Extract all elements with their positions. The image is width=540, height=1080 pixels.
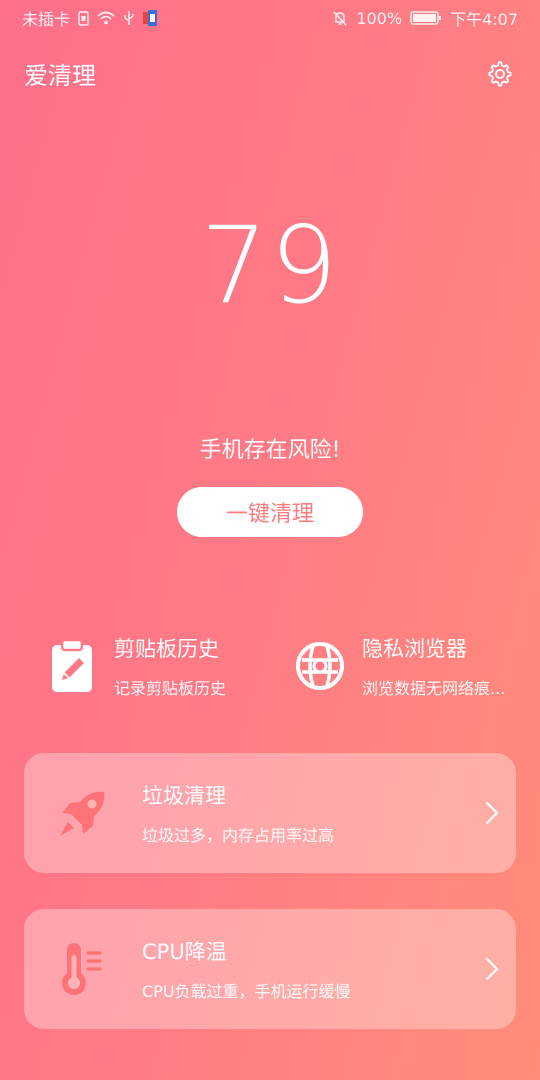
mute-bell-icon bbox=[332, 10, 348, 26]
usb-icon bbox=[123, 10, 135, 26]
gear-icon bbox=[488, 61, 512, 87]
private-browser-subtitle: 浏览数据无网络痕... bbox=[362, 679, 506, 698]
sim-icon bbox=[78, 10, 89, 26]
battery-percent: 100% bbox=[356, 8, 403, 28]
battery-icon bbox=[410, 10, 442, 26]
score-value: 79 bbox=[200, 204, 340, 327]
status-bar: 未插卡 100% 下午4:07 bbox=[0, 0, 540, 36]
clipboard-history-entry[interactable]: 剪贴板历史 记录剪贴板历史 bbox=[44, 630, 226, 702]
junk-clean-card[interactable]: 垃圾清理 垃圾过多，内存占用率过高 bbox=[24, 753, 516, 873]
cpu-cooling-title: CPU降温 bbox=[142, 940, 227, 964]
clipboard-edit-icon bbox=[44, 636, 100, 696]
app-header: 爱清理 bbox=[0, 52, 540, 94]
app-notification-icon bbox=[143, 10, 158, 26]
chevron-right-icon bbox=[468, 801, 516, 825]
rocket-icon bbox=[24, 786, 142, 840]
clock-text: 下午4:07 bbox=[450, 10, 518, 29]
junk-clean-subtitle: 垃圾过多，内存占用率过高 bbox=[142, 826, 335, 845]
thermometer-icon bbox=[24, 939, 142, 999]
wifi-icon bbox=[97, 11, 115, 25]
clipboard-history-subtitle: 记录剪贴板历史 bbox=[114, 679, 227, 698]
cpu-cooling-subtitle: CPU负载过重，手机运行缓慢 bbox=[142, 982, 351, 1001]
settings-button[interactable] bbox=[482, 56, 516, 90]
private-browser-title: 隐私浏览器 bbox=[362, 637, 467, 661]
junk-clean-title: 垃圾清理 bbox=[142, 784, 226, 808]
carrier-text: 未插卡 bbox=[22, 10, 71, 29]
one-key-clean-button[interactable]: 一键清理 bbox=[177, 487, 363, 537]
chevron-right-icon bbox=[468, 957, 516, 981]
risk-status-text: 手机存在风险! bbox=[199, 438, 341, 463]
app-title: 爱清理 bbox=[24, 61, 96, 90]
clipboard-history-title: 剪贴板历史 bbox=[114, 637, 219, 661]
cpu-cooling-card[interactable]: CPU降温 CPU负载过重，手机运行缓慢 bbox=[24, 909, 516, 1029]
private-browser-entry[interactable]: 隐私浏览器 浏览数据无网络痕... bbox=[292, 630, 505, 702]
status-bar-right: 100% 下午4:07 bbox=[332, 6, 518, 30]
status-bar-left: 未插卡 bbox=[22, 6, 158, 30]
browser-globe-icon bbox=[292, 636, 348, 696]
